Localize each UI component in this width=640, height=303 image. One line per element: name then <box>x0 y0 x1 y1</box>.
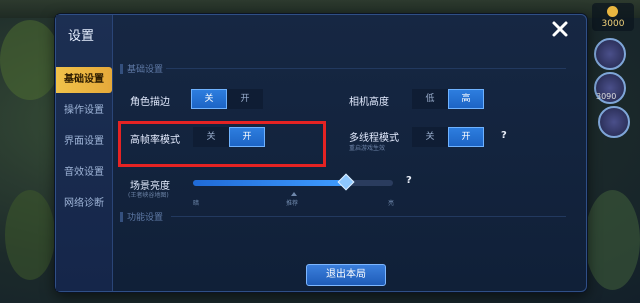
outline-on-option[interactable]: 开 <box>227 89 263 109</box>
camera-height-label: 相机高度 <box>349 97 389 108</box>
settings-dialog: 设置 基础设置 操作设置 界面设置 音效设置 网络诊断 基础设置 角色描边 关 … <box>55 14 587 292</box>
tab-basic-settings[interactable]: 基础设置 <box>56 67 112 93</box>
tab-sound-settings[interactable]: 音效设置 <box>56 160 112 186</box>
outline-off-option[interactable]: 关 <box>191 89 227 109</box>
background-foliage <box>0 20 60 100</box>
section-marker <box>120 211 123 222</box>
tab-network-diagnosis[interactable]: 网络诊断 <box>56 191 112 217</box>
highlight-annotation <box>118 121 326 167</box>
background-foliage <box>585 190 640 290</box>
dialog-title: 设置 <box>68 29 95 44</box>
brightness-slider[interactable] <box>193 173 393 191</box>
multithread-label: 多线程模式 <box>349 133 399 144</box>
section-marker <box>120 63 123 74</box>
multithread-off-option[interactable]: 关 <box>412 127 448 147</box>
gold-counter: 3000 <box>592 3 634 31</box>
camera-low-option[interactable]: 低 <box>412 89 448 109</box>
brightness-min-label: 暗 <box>193 200 200 207</box>
brightness-slider-thumb[interactable] <box>337 173 355 191</box>
recommended-caret-icon <box>291 192 297 196</box>
camera-height-toggle: 低 高 <box>412 89 484 109</box>
section-function-label: 功能设置 <box>127 213 164 223</box>
multithread-sublabel: 重启游戏生效 <box>349 145 386 152</box>
skill-level: 3090 <box>596 92 617 101</box>
close-icon[interactable] <box>550 19 570 39</box>
skill-button[interactable] <box>594 38 626 70</box>
brightness-recommended-label: 推荐 <box>286 200 299 207</box>
skill-button[interactable] <box>598 106 630 138</box>
brightness-sublabel: (王者峡谷地图) <box>128 192 169 199</box>
gold-value: 3000 <box>601 19 625 29</box>
section-divider <box>166 68 566 69</box>
camera-high-option[interactable]: 高 <box>448 89 484 109</box>
brightness-help-icon[interactable]: ? <box>406 175 412 186</box>
settings-sidebar: 设置 基础设置 操作设置 界面设置 音效设置 网络诊断 <box>56 15 113 291</box>
multithread-on-option[interactable]: 开 <box>448 127 484 147</box>
outline-toggle: 关 开 <box>191 89 263 109</box>
section-divider <box>171 216 566 217</box>
brightness-slider-fill <box>193 180 345 186</box>
section-function-settings: 功能设置 <box>120 210 163 223</box>
outline-label: 角色描边 <box>130 97 170 108</box>
background-foliage <box>5 190 55 280</box>
section-basic-settings: 基础设置 <box>120 62 163 75</box>
tab-interface-settings[interactable]: 界面设置 <box>56 129 112 155</box>
multithread-help-icon[interactable]: ? <box>501 130 507 141</box>
tab-control-settings[interactable]: 操作设置 <box>56 98 112 124</box>
section-basic-label: 基础设置 <box>127 65 164 75</box>
coin-icon <box>607 6 618 17</box>
exit-match-button[interactable]: 退出本局 <box>306 264 386 286</box>
brightness-max-label: 亮 <box>388 200 395 207</box>
multithread-toggle: 关 开 <box>412 127 484 147</box>
